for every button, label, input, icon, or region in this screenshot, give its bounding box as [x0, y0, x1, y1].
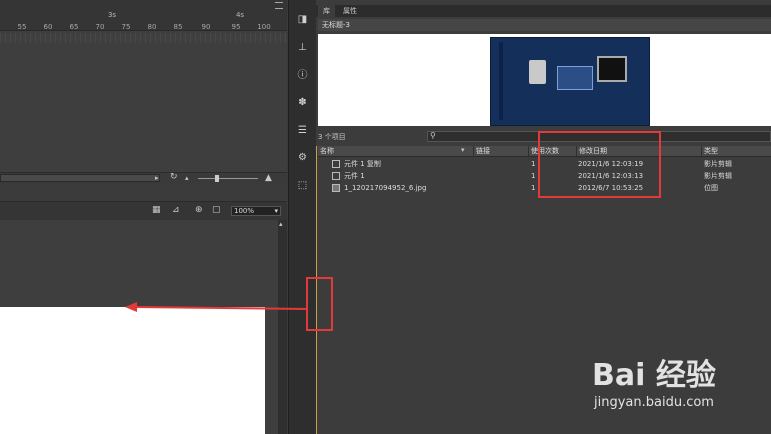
scroll-up-arrow-icon[interactable]: ▴ — [279, 220, 283, 228]
frame-label: 90 — [201, 23, 211, 31]
transform-icon[interactable]: ☰ — [295, 123, 310, 138]
thumb-card-icon — [529, 60, 546, 84]
stage-canvas[interactable] — [0, 307, 265, 434]
item-type: 位图 — [704, 184, 718, 192]
movieclip-icon — [332, 172, 340, 180]
preview-thumbnail — [490, 37, 650, 126]
frame-label: 55 — [17, 23, 27, 31]
document-name: 无标题-3 — [322, 21, 350, 29]
movieclip-icon — [332, 160, 340, 168]
frame-label: 65 — [69, 23, 79, 31]
thumb-sidebar — [499, 42, 503, 120]
info-icon[interactable]: ⓘ — [295, 68, 310, 83]
baidu-jingyan-watermark: Bai 经验 jingyan.baidu.com — [592, 350, 762, 420]
second-label: 4s — [235, 11, 245, 19]
edit-scene-icon[interactable]: ▦ — [152, 205, 161, 215]
zoom-in-mountain-icon[interactable]: ▲ — [265, 173, 272, 183]
frame-label: 70 — [95, 23, 105, 31]
snap-icon[interactable]: ⊕ — [195, 205, 203, 215]
panel-menu-icon[interactable] — [275, 2, 283, 9]
tab-library[interactable]: 库 — [318, 5, 335, 17]
item-name: 元件 1 — [344, 172, 365, 180]
side-panel-dock: ◨ ⊥ ⓘ ✽ ☰ ⚙ ⬚ — [288, 0, 317, 434]
item-type: 影片剪辑 — [704, 160, 732, 168]
sort-chevron-down-icon[interactable]: ▾ — [461, 146, 465, 154]
frame-label: 80 — [147, 23, 157, 31]
second-label: 3s — [107, 11, 117, 19]
item-count: 3 个项目 — [318, 133, 346, 141]
col-name[interactable]: 名称 — [318, 146, 470, 156]
zoom-slider-handle[interactable] — [215, 175, 219, 182]
item-uses: 1 — [531, 184, 536, 192]
zoom-out-mountain-icon[interactable]: ▴ — [185, 174, 189, 182]
frame-label: 75 — [121, 23, 131, 31]
timeline-ruler[interactable]: 3s 4s 55 60 65 70 75 80 85 90 95 100 — [0, 0, 287, 31]
item-type: 影片剪辑 — [704, 172, 732, 180]
col-linkage[interactable]: 链接 — [473, 146, 528, 156]
library-tabbar: 库 属性 — [316, 5, 771, 17]
watermark-url: jingyan.baidu.com — [594, 395, 714, 410]
thumb-id-card-icon — [557, 66, 593, 90]
search-icon: ⚲ — [430, 131, 436, 140]
col-type[interactable]: 类型 — [701, 146, 771, 156]
loop-icon[interactable]: ↻ — [170, 172, 178, 182]
watermark-logo: Bai 经验 — [592, 358, 716, 393]
edit-symbol-icon[interactable]: ⊿ — [172, 205, 180, 215]
bitmap-icon — [332, 184, 340, 192]
frame-label: 85 — [173, 23, 183, 31]
zoom-value: 100% — [234, 207, 255, 215]
frame-label: 60 — [43, 23, 53, 31]
annotation-arrow — [125, 302, 309, 312]
frame-label: 95 — [231, 23, 241, 31]
timeline-zoom-slider[interactable] — [198, 178, 258, 179]
components-icon[interactable]: ⚙ — [295, 150, 310, 165]
item-uses: 1 — [531, 172, 536, 180]
tab-properties[interactable]: 属性 — [338, 5, 362, 17]
zoom-select[interactable]: 100% ▾ — [231, 206, 281, 216]
timeline-hscrollbar[interactable] — [0, 174, 160, 182]
item-name: 元件 1 复制 — [344, 160, 381, 168]
chevron-down-icon: ▾ — [274, 207, 278, 215]
timeline-frames[interactable] — [0, 33, 287, 43]
scroll-right-arrow-icon[interactable]: ▸ — [155, 174, 159, 182]
annotation-box-edge — [306, 277, 333, 331]
stage-vscrollbar[interactable]: ▴ — [278, 220, 287, 434]
align-icon[interactable]: ⊥ — [295, 40, 310, 55]
frame-label: 100 — [257, 23, 271, 31]
thumb-monitor-icon — [597, 56, 627, 82]
document-selector[interactable]: 无标题-3 — [318, 19, 771, 31]
item-uses: 1 — [531, 160, 536, 168]
library-panel-icon[interactable]: ◨ — [295, 12, 310, 27]
color-icon[interactable]: ✽ — [295, 95, 310, 110]
item-name: 1_120217094952_6.jpg — [344, 184, 427, 192]
annotation-box-dates — [538, 131, 661, 198]
crop-icon[interactable]: ⬚ — [295, 178, 310, 193]
clip-stage-icon[interactable]: ▢ — [212, 205, 221, 215]
